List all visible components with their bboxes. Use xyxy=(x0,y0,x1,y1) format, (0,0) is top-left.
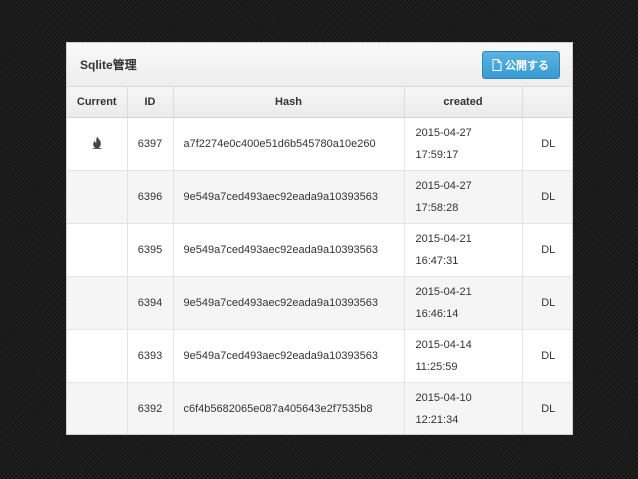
table-row: 6397 a7f2274e0c400e51d6b545780a10e260 20… xyxy=(67,117,572,171)
created-cell: 2015-04-27 17:59:17 xyxy=(404,117,523,171)
created-cell: 2015-04-27 17:58:28 xyxy=(404,170,523,224)
table-row: 6392 c6f4b5682065e087a405643e2f7535b8 20… xyxy=(67,382,572,434)
dl-cell: DL xyxy=(522,117,572,171)
panel-header: Sqlite管理 公開する xyxy=(67,43,572,87)
current-cell xyxy=(67,117,128,171)
table-row: 6393 9e549a7ced493aec92eada9a10393563 20… xyxy=(67,329,572,383)
download-link[interactable]: DL xyxy=(541,297,555,309)
id-cell: 6393 xyxy=(127,329,174,383)
hash-cell: 9e549a7ced493aec92eada9a10393563 xyxy=(173,329,405,383)
id-cell: 6397 xyxy=(127,117,174,171)
created-date: 2015-04-21 xyxy=(415,286,472,298)
created-time: 16:46:14 xyxy=(415,308,459,320)
download-link[interactable]: DL xyxy=(541,350,555,362)
dl-cell: DL xyxy=(522,329,572,383)
download-link[interactable]: DL xyxy=(541,138,555,150)
column-header-hash: Hash xyxy=(173,87,405,118)
flame-icon xyxy=(92,136,102,152)
created-time: 16:47:31 xyxy=(415,255,459,267)
created-date: 2015-04-14 xyxy=(415,339,472,351)
created-time: 12:21:34 xyxy=(415,414,459,426)
version-table: Current ID Hash created 6397 a7f2274e0c4… xyxy=(67,87,572,434)
hash-cell: c6f4b5682065e087a405643e2f7535b8 xyxy=(173,382,405,434)
hash-cell: a7f2274e0c400e51d6b545780a10e260 xyxy=(173,117,405,171)
dl-cell: DL xyxy=(522,382,572,434)
current-cell xyxy=(67,329,128,383)
id-cell: 6395 xyxy=(127,223,174,277)
created-cell: 2015-04-21 16:46:14 xyxy=(404,276,523,330)
table-row: 6394 9e549a7ced493aec92eada9a10393563 20… xyxy=(67,276,572,330)
created-time: 17:58:28 xyxy=(415,202,459,214)
created-time: 11:25:59 xyxy=(415,361,458,373)
created-time: 17:59:17 xyxy=(415,149,459,161)
dl-cell: DL xyxy=(522,170,572,224)
current-cell xyxy=(67,382,128,434)
column-header-action xyxy=(522,87,572,118)
id-cell: 6396 xyxy=(127,170,174,224)
created-date: 2015-04-10 xyxy=(415,392,472,404)
id-cell: 6394 xyxy=(127,276,174,330)
hash-cell: 9e549a7ced493aec92eada9a10393563 xyxy=(173,276,405,330)
table-header-row: Current ID Hash created xyxy=(67,87,572,118)
created-date: 2015-04-27 xyxy=(415,127,472,139)
current-cell xyxy=(67,170,128,224)
dl-cell: DL xyxy=(522,223,572,277)
publish-button[interactable]: 公開する xyxy=(482,50,560,79)
download-link[interactable]: DL xyxy=(541,403,555,415)
column-header-current: Current xyxy=(67,87,128,118)
table-row: 6395 9e549a7ced493aec92eada9a10393563 20… xyxy=(67,223,572,277)
created-date: 2015-04-21 xyxy=(415,233,472,245)
created-date: 2015-04-27 xyxy=(415,180,472,192)
created-cell: 2015-04-10 12:21:34 xyxy=(404,382,523,434)
current-cell xyxy=(67,276,128,330)
column-header-id: ID xyxy=(127,87,174,118)
dl-cell: DL xyxy=(522,276,572,330)
panel-title: Sqlite管理 xyxy=(80,58,137,72)
table-row: 6396 9e549a7ced493aec92eada9a10393563 20… xyxy=(67,170,572,224)
hash-cell: 9e549a7ced493aec92eada9a10393563 xyxy=(173,170,405,224)
id-cell: 6392 xyxy=(127,382,174,434)
column-header-created: created xyxy=(404,87,523,118)
download-link[interactable]: DL xyxy=(541,244,555,256)
document-icon xyxy=(492,58,502,71)
created-cell: 2015-04-21 16:47:31 xyxy=(404,223,523,277)
created-cell: 2015-04-14 11:25:59 xyxy=(404,329,523,383)
hash-cell: 9e549a7ced493aec92eada9a10393563 xyxy=(173,223,405,277)
sqlite-management-panel: Sqlite管理 公開する Current ID Hash created 63… xyxy=(66,42,573,435)
download-link[interactable]: DL xyxy=(541,191,555,203)
publish-button-label: 公開する xyxy=(505,59,549,72)
current-cell xyxy=(67,223,128,277)
